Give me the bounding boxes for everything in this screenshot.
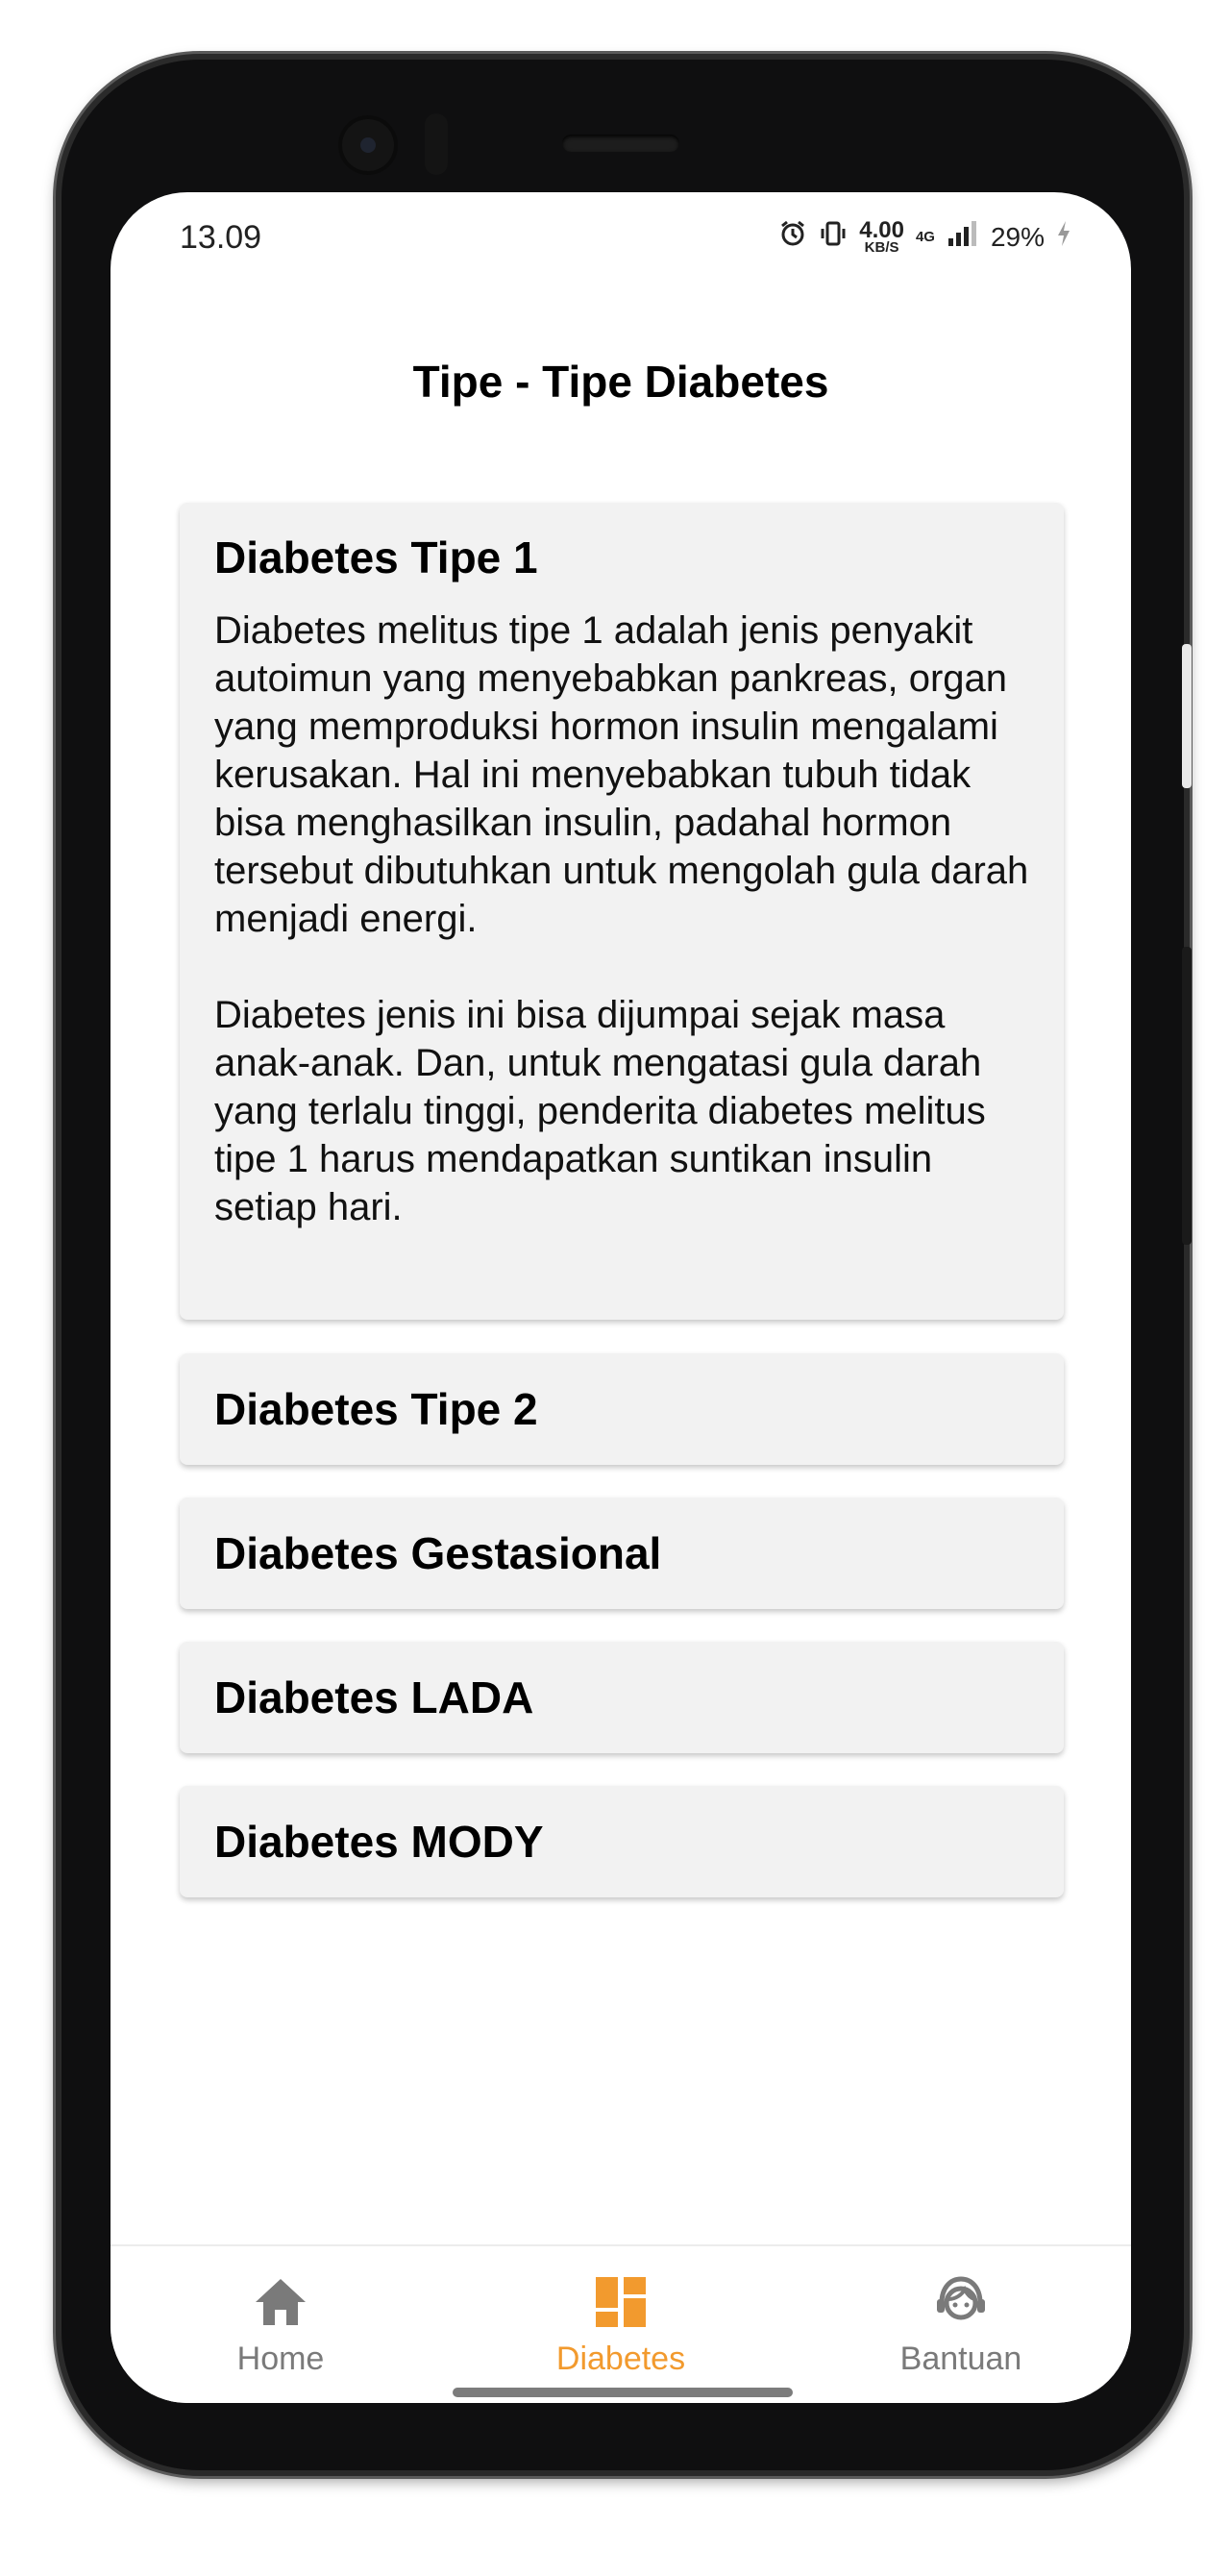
card-paragraph: Diabetes jenis ini bisa dijumpai sejak m… xyxy=(214,994,986,1228)
card-diabetes-mody[interactable]: Diabetes MODY xyxy=(180,1786,1064,1897)
vibrate-icon xyxy=(819,219,848,255)
home-indicator[interactable] xyxy=(453,2388,793,2397)
card-diabetes-gestasional[interactable]: Diabetes Gestasional xyxy=(180,1498,1064,1609)
nav-label: Diabetes xyxy=(555,2341,686,2377)
charging-icon xyxy=(1056,219,1071,255)
bottom-navigation: Home Diabetes Bantuan xyxy=(111,2244,1131,2403)
status-icons: 4.00 KB/S 4G 29% xyxy=(778,219,1071,255)
card-diabetes-lada[interactable]: Diabetes LADA xyxy=(180,1642,1064,1753)
nav-label: Home xyxy=(236,2341,325,2377)
earpiece-speaker xyxy=(562,135,679,152)
proximity-sensor xyxy=(425,113,448,175)
front-camera xyxy=(338,115,398,175)
card-title: Diabetes Gestasional xyxy=(214,1528,662,1578)
card-body: Diabetes melitus tipe 1 adalah jenis pen… xyxy=(214,607,1029,1231)
dashboard-icon xyxy=(592,2273,650,2331)
nav-item-bantuan[interactable]: Bantuan xyxy=(791,2246,1131,2403)
card-title: Diabetes Tipe 1 xyxy=(214,533,538,582)
status-time: 13.09 xyxy=(180,219,262,256)
card-title: Diabetes LADA xyxy=(214,1672,534,1722)
card-diabetes-tipe-2[interactable]: Diabetes Tipe 2 xyxy=(180,1353,1064,1465)
alarm-icon xyxy=(778,219,807,255)
home-icon xyxy=(252,2273,309,2331)
network-speed-value: 4.00 xyxy=(859,216,904,243)
battery-level: 29% xyxy=(990,221,1045,252)
status-bar: 13.09 4.00 KB/S 4G 29% xyxy=(111,192,1131,288)
page-title: Tipe - Tipe Diabetes xyxy=(412,357,829,407)
signal-icon xyxy=(947,219,979,255)
nav-label: Bantuan xyxy=(899,2341,1022,2377)
card-title: Diabetes Tipe 2 xyxy=(214,1384,538,1434)
card-title: Diabetes MODY xyxy=(214,1817,544,1867)
app-screen: 13.09 4.00 KB/S 4G 29% Tipe - Tipe Diabe… xyxy=(111,192,1131,2403)
network-speed-unit: KB/S xyxy=(864,238,899,256)
volume-button xyxy=(1182,644,1192,788)
page: 13.09 4.00 KB/S 4G 29% Tipe - Tipe Diabe… xyxy=(0,0,1230,2576)
card-diabetes-tipe-1[interactable]: Diabetes Tipe 1 Diabetes melitus tipe 1 … xyxy=(180,503,1064,1320)
nav-item-home[interactable]: Home xyxy=(111,2246,451,2403)
nav-item-diabetes[interactable]: Diabetes xyxy=(451,2246,791,2403)
network-speed: 4.00 KB/S xyxy=(859,216,904,256)
network-type: 4G xyxy=(915,229,935,245)
support-agent-icon xyxy=(932,2273,990,2331)
power-button xyxy=(1182,947,1192,1245)
card-paragraph: Diabetes melitus tipe 1 adalah jenis pen… xyxy=(214,609,1029,940)
